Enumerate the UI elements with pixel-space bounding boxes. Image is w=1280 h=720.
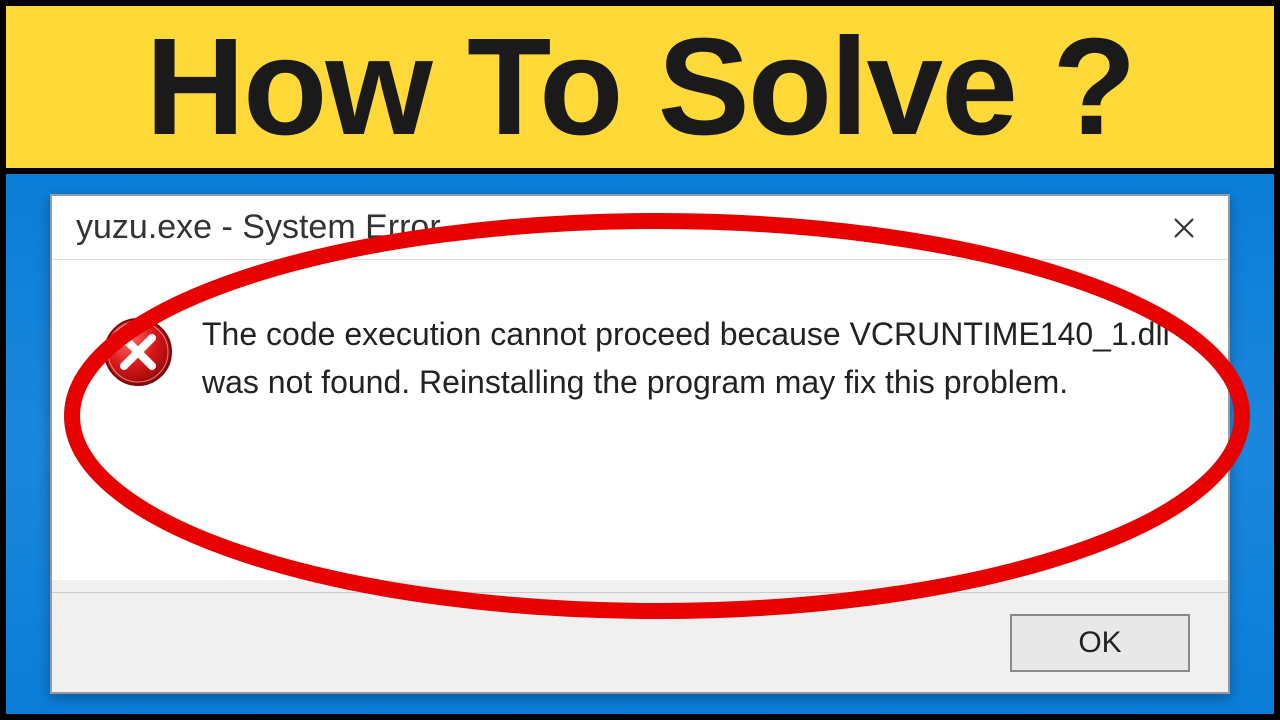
thumbnail-banner: How To Solve ? [0,0,1280,168]
ok-button-label: OK [1078,626,1121,660]
ok-button[interactable]: OK [1010,614,1190,672]
error-icon [102,316,174,393]
close-icon [1172,216,1196,240]
desktop-background: yuzu.exe - System Error [0,168,1280,720]
error-dialog: yuzu.exe - System Error [50,194,1230,694]
dialog-footer: OK [52,592,1228,692]
dialog-body: The code execution cannot proceed becaus… [52,260,1228,580]
error-message: The code execution cannot proceed becaus… [202,310,1178,406]
dialog-titlebar: yuzu.exe - System Error [52,196,1228,260]
close-button[interactable] [1156,200,1212,256]
dialog-title: yuzu.exe - System Error [76,208,441,247]
banner-title: How To Solve ? [145,8,1134,167]
